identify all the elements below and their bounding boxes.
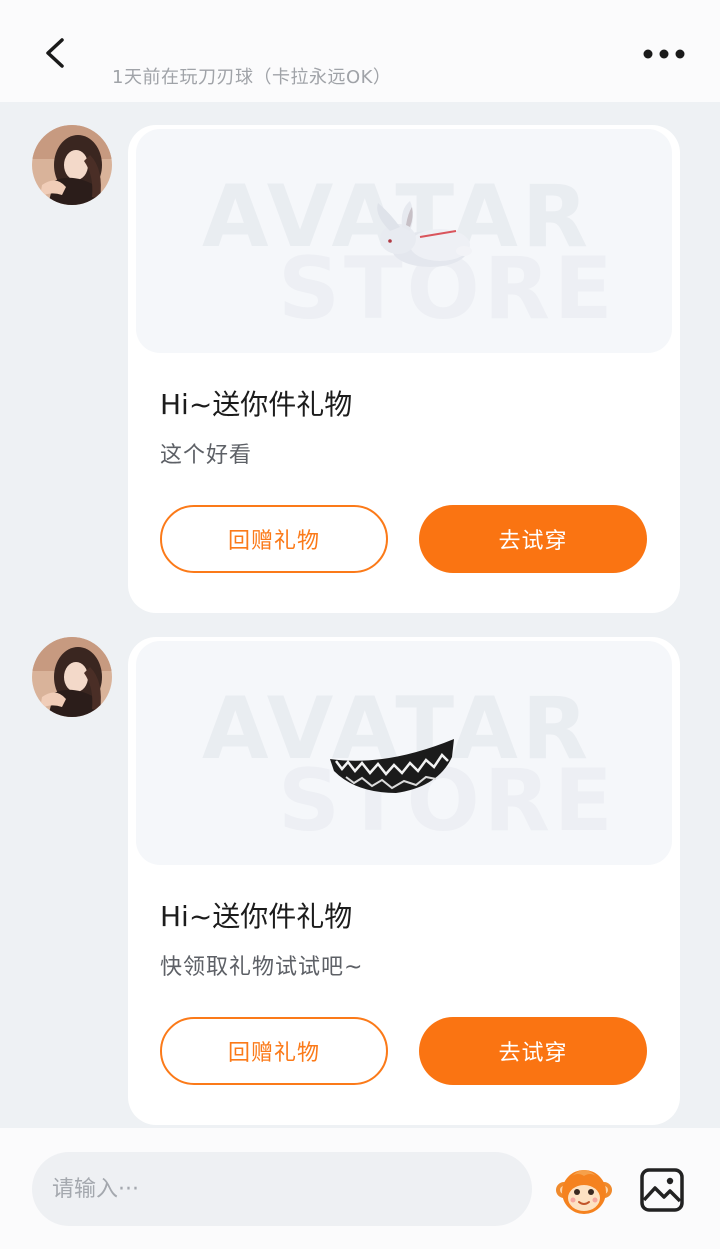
more-dots-icon [643, 49, 685, 59]
composer-bar [0, 1128, 720, 1249]
top-bar: 1天前在玩刀刃球（卡拉永远OK） [0, 0, 720, 102]
rabbit-plush-image [377, 201, 472, 267]
gift-message: 快领取礼物试试吧~ [160, 955, 364, 980]
gift-message: 这个好看 [160, 443, 253, 468]
emoji-button[interactable] [554, 1160, 614, 1220]
sender-avatar[interactable] [32, 637, 112, 717]
sender-avatar[interactable] [32, 125, 112, 205]
gift-card: AVATAR STORE Hi~送你件礼物 快领取礼物试试吧~ 回赠礼物 去试穿 [128, 637, 680, 1125]
gift-title: Hi~送你件礼物 [160, 900, 353, 933]
try-on-button[interactable]: 去试穿 [419, 1017, 647, 1085]
more-button[interactable] [638, 36, 690, 72]
back-button[interactable] [34, 28, 78, 78]
message-input[interactable] [32, 1152, 532, 1226]
return-gift-button[interactable]: 回赠礼物 [160, 1017, 388, 1085]
gift-card: AVATAR STORE Hi~送你件礼物 这个好看 回赠礼物 去试穿 [128, 125, 680, 613]
gift-title: Hi~送你件礼物 [160, 388, 353, 421]
gift-preview[interactable]: AVATAR STORE [136, 641, 672, 865]
chat-subtitle: 1天前在玩刀刃球（卡拉永远OK） [112, 67, 392, 88]
chevron-left-icon [46, 38, 64, 68]
monster-teeth-image [330, 739, 454, 793]
image-icon [640, 1168, 684, 1212]
send-image-button[interactable] [638, 1166, 686, 1214]
try-on-button[interactable]: 去试穿 [419, 505, 647, 573]
monkey-emoji-icon [556, 1170, 612, 1214]
gift-preview[interactable]: AVATAR STORE [136, 129, 672, 353]
return-gift-button[interactable]: 回赠礼物 [160, 505, 388, 573]
